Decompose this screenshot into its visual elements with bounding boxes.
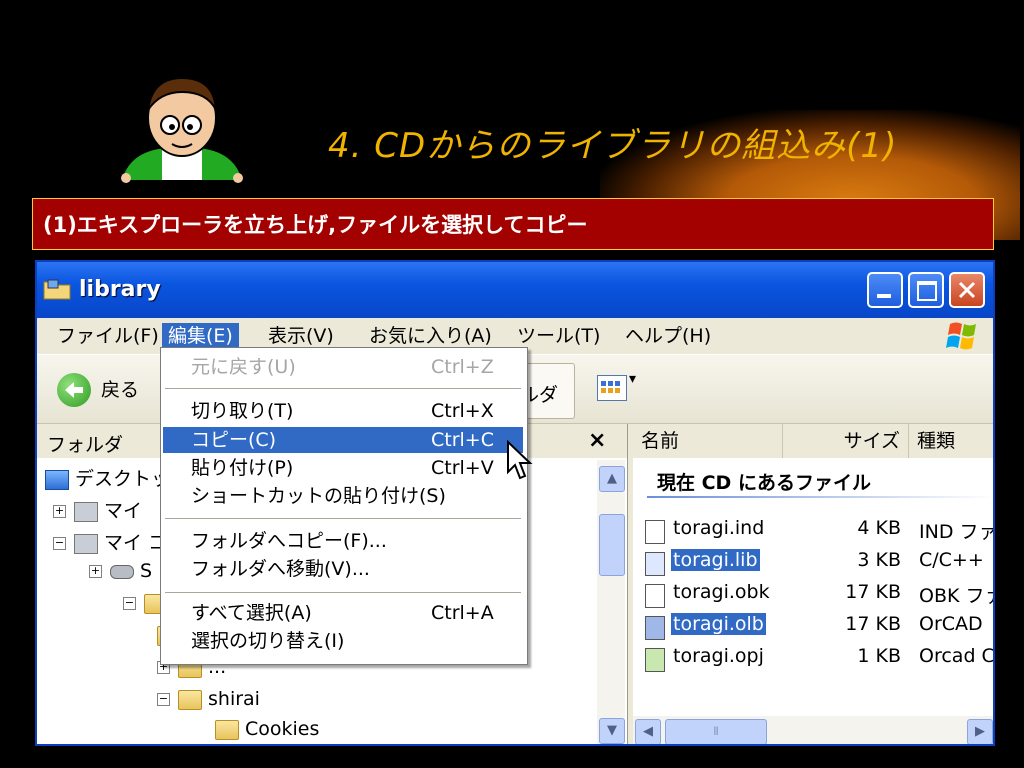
views-icon <box>601 381 620 393</box>
maximize-icon <box>917 281 937 301</box>
file-row[interactable]: toragi.obk 17 KB OBK ファ <box>641 580 993 610</box>
file-size: 17 KB <box>845 613 901 635</box>
menu-file[interactable]: ファイル(F) <box>51 323 165 349</box>
menu-item-undo[interactable]: 元に戻す(U) Ctrl+Z <box>163 354 523 380</box>
menu-item-select-all[interactable]: すべて選択(A) Ctrl+A <box>163 600 523 626</box>
views-button[interactable] <box>597 375 627 401</box>
tree-item-my-documents[interactable]: + マイ <box>53 496 142 523</box>
collapse-toggle[interactable]: − <box>53 537 66 550</box>
menu-item-copy[interactable]: コピー(C) Ctrl+C <box>163 427 523 453</box>
file-icon <box>645 520 665 544</box>
collapse-toggle[interactable]: − <box>123 597 136 610</box>
back-arrow-icon <box>65 382 83 398</box>
edit-menu-dropdown: 元に戻す(U) Ctrl+Z 切り取り(T) Ctrl+X コピー(C) Ctrl+C… <box>160 347 528 665</box>
group-divider <box>647 496 993 498</box>
back-button[interactable] <box>57 373 91 407</box>
file-icon <box>645 616 665 640</box>
my-computer-icon <box>74 533 98 554</box>
menu-edit[interactable]: 編集(E) <box>162 323 239 349</box>
menu-help[interactable]: ヘルプ(H) <box>619 323 717 349</box>
close-icon <box>958 281 976 299</box>
file-type: OBK ファ <box>919 585 993 607</box>
collapse-toggle[interactable]: − <box>157 693 170 706</box>
scroll-right-icon[interactable]: ▶ <box>967 719 993 744</box>
folder-icon <box>178 689 202 710</box>
scroll-up-icon[interactable]: ▲ <box>599 466 625 492</box>
file-type: IND ファ <box>919 521 995 543</box>
desktop-icon <box>45 469 69 490</box>
column-header-type[interactable]: 種類 <box>909 424 993 458</box>
expand-toggle[interactable]: + <box>53 505 66 518</box>
file-icon <box>645 584 665 608</box>
scroll-left-icon[interactable]: ◀ <box>635 719 661 744</box>
views-dropdown-icon[interactable]: ▾ <box>629 371 636 387</box>
menu-separator <box>165 388 521 389</box>
menu-item-move-to-folder[interactable]: フォルダへ移動(V)... <box>163 556 523 582</box>
tree-item-cookies[interactable]: Cookies <box>215 718 319 740</box>
file-row[interactable]: toragi.ind 4 KB IND ファ <box>641 516 995 546</box>
tree-item-desktop[interactable]: デスクトッ <box>45 464 170 491</box>
group-title: 現在 CD にあるファイル <box>657 472 871 494</box>
slide-title: 4. CDからのライブラリの組込み(1) <box>328 126 898 166</box>
scroll-thumb[interactable]: ⦀ <box>665 719 767 744</box>
subtitle-banner: (1)エキスプローラを立ち上げ,ファイルを選択してコピー <box>32 198 994 250</box>
folder-icon <box>43 279 71 300</box>
close-pane-icon[interactable]: × <box>588 428 606 453</box>
column-header-name[interactable]: 名前 <box>633 424 783 458</box>
tree-item-my-computer[interactable]: − マイ コ <box>53 528 167 555</box>
file-name: toragi.olb <box>671 613 766 635</box>
file-type: Orcad C <box>919 645 995 667</box>
menu-item-paste-shortcut[interactable]: ショートカットの貼り付け(S) <box>163 483 523 509</box>
column-header-size[interactable]: サイズ <box>783 424 909 458</box>
window-title: library <box>79 277 161 302</box>
mascot-icon <box>121 76 243 183</box>
tree-item-shirai[interactable]: − shirai <box>157 688 260 710</box>
menu-separator <box>165 518 521 519</box>
subtitle-text: (1)エキスプローラを立ち上げ,ファイルを選択してコピー <box>43 213 588 237</box>
file-row[interactable]: toragi.olb 17 KB OrCAD <box>641 612 993 642</box>
file-row[interactable]: toragi.opj 1 KB Orcad C <box>641 644 995 674</box>
windows-logo-icon <box>946 322 976 350</box>
minimize-icon <box>877 294 891 298</box>
folder-pane-scrollbar[interactable]: ▲ ▼ <box>597 460 625 744</box>
file-pane-scrollbar[interactable]: ◀ ⦀ ▶ <box>633 716 993 744</box>
file-name: toragi.obk <box>673 581 770 603</box>
file-row[interactable]: toragi.lib 3 KB C/C++ <box>641 548 993 578</box>
file-name: toragi.opj <box>673 645 764 667</box>
menu-view[interactable]: 表示(V) <box>262 323 340 349</box>
maximize-button[interactable] <box>908 272 944 308</box>
menu-tools[interactable]: ツール(T) <box>511 323 606 349</box>
window-titlebar[interactable]: library <box>37 262 993 318</box>
menu-separator <box>165 592 521 593</box>
file-pane: 名前 サイズ 種類 現在 CD にあるファイル toragi.ind 4 KB … <box>633 424 995 744</box>
file-icon <box>645 552 665 576</box>
menu-item-invert-selection[interactable]: 選択の切り替え(I) <box>163 628 523 654</box>
mouse-cursor-icon <box>507 440 533 480</box>
folder-icon <box>215 719 239 740</box>
scroll-thumb[interactable] <box>599 514 625 576</box>
file-size: 4 KB <box>857 517 901 539</box>
file-size: 17 KB <box>845 581 901 603</box>
tree-item-drive[interactable]: + S <box>89 560 152 582</box>
file-type: C/C++ <box>919 549 984 571</box>
menu-item-copy-to-folder[interactable]: フォルダへコピー(F)... <box>163 528 523 554</box>
file-name: toragi.ind <box>673 517 765 539</box>
file-type: OrCAD <box>919 613 983 635</box>
folder-pane-title: フォルダ <box>47 434 124 456</box>
close-button[interactable] <box>949 272 985 308</box>
file-size: 1 KB <box>857 645 901 667</box>
menu-item-cut[interactable]: 切り取り(T) Ctrl+X <box>163 398 523 424</box>
drive-icon <box>110 564 134 579</box>
expand-toggle[interactable]: + <box>89 565 102 578</box>
menu-favorites[interactable]: お気に入り(A) <box>363 323 498 349</box>
minimize-button[interactable] <box>867 272 903 308</box>
menu-item-paste[interactable]: 貼り付け(P) Ctrl+V <box>163 455 523 481</box>
scroll-down-icon[interactable]: ▼ <box>599 718 625 744</box>
back-label[interactable]: 戻る <box>101 375 139 402</box>
my-documents-icon <box>74 501 98 522</box>
file-name: toragi.lib <box>671 549 760 571</box>
file-icon <box>645 648 665 672</box>
file-size: 3 KB <box>857 549 901 571</box>
